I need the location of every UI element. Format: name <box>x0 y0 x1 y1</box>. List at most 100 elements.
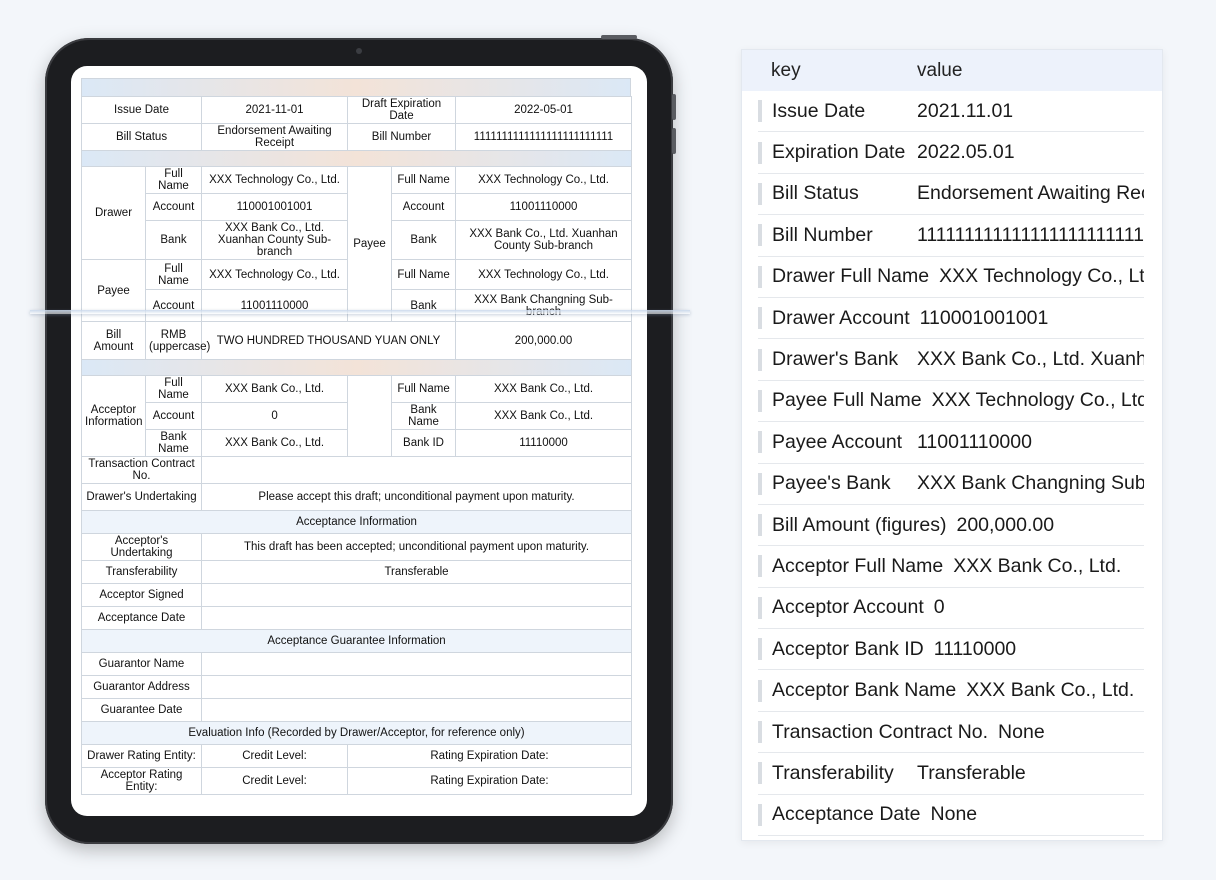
tablet-device: Issue Date 2021-11-01 Draft Expiration D… <box>45 35 676 844</box>
scan-line <box>30 310 690 314</box>
row-marker <box>758 762 762 785</box>
issue-date-label: Issue Date <box>80 96 203 124</box>
acceptor-signed-label: Acceptor Signed <box>80 583 203 607</box>
kv-key: Bill Status <box>772 182 859 205</box>
kv-key: Drawer's Bank <box>772 348 899 371</box>
guarantor-name-label: Guarantor Name <box>80 652 203 676</box>
kv-value: 2022.05.01 <box>917 141 1015 164</box>
acceptor-right-bank-name-value: XXX Bank Co., Ltd. <box>455 402 633 430</box>
kv-value: 11110000 <box>933 637 1017 660</box>
kv-key: Transaction Contract No. <box>772 720 989 743</box>
drawer-rating-label: Drawer Rating Entity: <box>80 744 203 768</box>
payee-full-name-value: XXX Technology Co., Ltd. <box>455 166 633 194</box>
acceptor-right-name-label: Full Name <box>391 375 457 403</box>
acceptor-full-name-value: XXX Bank Co., Ltd. <box>201 375 349 403</box>
volume-up-button <box>672 94 676 120</box>
kv-row: Drawer Account 110001001001 <box>758 298 1144 340</box>
kv-row: Issue Date 2021.11.01 <box>758 91 1144 133</box>
expiration-label: Draft Expiration Date <box>347 96 457 124</box>
acceptor-right-name-value: XXX Bank Co., Ltd. <box>455 375 633 403</box>
kv-value: XXX Bank Co., Ltd. Xuanhan... <box>917 348 1144 371</box>
acceptor-bank-name-value: XXX Bank Co., Ltd. <box>201 429 349 457</box>
drawer-undertaking-value: Please accept this draft; unconditional … <box>201 483 633 511</box>
kv-value: 0 <box>933 596 945 619</box>
drawer-rating-expiration-label: Rating Expiration Date: <box>347 744 633 768</box>
kv-value: 110001001001 <box>919 306 1049 329</box>
kv-value: XXX Bank Changning Sub-branch <box>917 472 1144 495</box>
amount-currency-label: RMB (uppercase) <box>144 321 210 360</box>
drawer-account-value: 110001001001 <box>201 193 349 221</box>
kv-row: Drawer's Bank XXX Bank Co., Ltd. Xuanhan.… <box>758 339 1144 381</box>
payee2-account-label: Account <box>144 289 203 322</box>
power-button <box>601 35 637 39</box>
kv-row: Acceptor Bank Name XXX Bank Co., Ltd. <box>758 670 1144 712</box>
kv-row: Transaction Contract No. None <box>758 712 1144 754</box>
drawer-undertaking-label: Drawer's Undertaking <box>80 483 203 511</box>
kv-key: Acceptor Account <box>772 596 924 619</box>
row-marker <box>758 307 762 330</box>
kv-key: Acceptor Bank Name <box>772 679 957 702</box>
acceptor-bank-name-label: Bank Name <box>144 429 203 457</box>
kv-row: Acceptor Bank ID 11110000 <box>758 629 1144 671</box>
drawer-full-name-value: XXX Technology Co., Ltd. <box>201 166 349 194</box>
tablet-screen: Issue Date 2021-11-01 Draft Expiration D… <box>71 66 647 816</box>
row-marker <box>758 100 762 123</box>
row-marker <box>758 514 762 537</box>
acceptor-bank-id-label: Bank ID <box>391 429 457 457</box>
kv-key: Acceptor Bank ID <box>772 637 924 660</box>
acceptor-full-name-label: Full Name <box>144 375 203 403</box>
row-marker <box>758 596 762 619</box>
acceptor-undertaking-label: Acceptor's Undertaking <box>80 533 203 561</box>
row-marker <box>758 803 762 826</box>
row-marker <box>758 389 762 412</box>
acceptor-account-label: Account <box>144 402 203 430</box>
kv-value: XXX Technology Co., Ltd. <box>939 265 1144 288</box>
bill-status-value: Endorsement Awaiting Receipt <box>201 123 349 151</box>
row-marker <box>758 472 762 495</box>
guarantee-date-label: Guarantee Date <box>80 698 203 722</box>
kv-key: Bill Number <box>772 223 873 246</box>
kv-value: None <box>998 720 1045 743</box>
kv-header-key: key <box>771 59 801 81</box>
kv-row: Bill Status Endorsement Awaiting Receipt <box>758 174 1144 216</box>
kv-row: Acceptance Date None <box>758 795 1144 837</box>
kv-header-value: value <box>917 59 963 81</box>
kv-row: Expiration Date 2022.05.01 <box>758 132 1144 174</box>
bill-status-label: Bill Status <box>80 123 203 151</box>
kv-row: Acceptor Account 0 <box>758 588 1144 630</box>
kv-key: Bill Amount (figures) <box>772 513 947 536</box>
kv-value: Transferable <box>917 761 1026 784</box>
acceptor-bank-id-value: 11110000 <box>455 429 633 457</box>
row-marker <box>758 555 762 578</box>
kv-value: None <box>930 803 978 826</box>
payee3-full-name-value: XXX Technology Co., Ltd. <box>455 259 633 290</box>
acceptor-account-value: 0 <box>201 402 349 430</box>
kv-key: Drawer Full Name <box>772 265 930 288</box>
acceptor-info-label: Acceptor Information <box>81 375 146 457</box>
guarantor-address-label: Guarantor Address <box>80 675 203 699</box>
payee3-full-name-label: Full Name <box>391 259 457 290</box>
payee2-account-value: 11001110000 <box>201 289 349 322</box>
transferability-label: Transferability <box>80 560 203 584</box>
guarantor-address-value <box>201 675 633 699</box>
bill-document: Issue Date 2021-11-01 Draft Expiration D… <box>80 78 633 795</box>
kv-value: XXX Technology Co., Ltd. <box>931 389 1144 412</box>
payee3-bank-value: XXX Bank Changning Sub-branch <box>455 289 633 322</box>
row-marker <box>758 182 762 205</box>
row-marker <box>758 638 762 661</box>
acceptor-rating-expiration-label: Rating Expiration Date: <box>347 767 633 795</box>
kv-rows: Issue Date 2021.11.01 Expiration Date 2022.… <box>742 91 1162 837</box>
kv-key: Payee's Bank <box>772 472 891 495</box>
volume-down-button <box>672 128 676 154</box>
kv-key: Acceptance Date <box>772 803 921 826</box>
kv-key: Drawer Account <box>772 306 910 329</box>
expiration-value: 2022-05-01 <box>455 96 633 124</box>
payee2-full-name-value: XXX Technology Co., Ltd. <box>201 259 349 290</box>
acceptor-rating-label: Acceptor Rating Entity: <box>80 767 203 795</box>
kv-value: 11001110000 <box>917 430 1032 453</box>
kv-value: XXX Bank Co., Ltd. <box>953 554 1122 577</box>
evaluation-info-title: Evaluation Info (Recorded by Drawer/Acce… <box>80 721 633 745</box>
section-band-2 <box>80 359 633 376</box>
acceptor-signed-value <box>201 583 633 607</box>
payee-full-name-label: Full Name <box>391 166 457 194</box>
